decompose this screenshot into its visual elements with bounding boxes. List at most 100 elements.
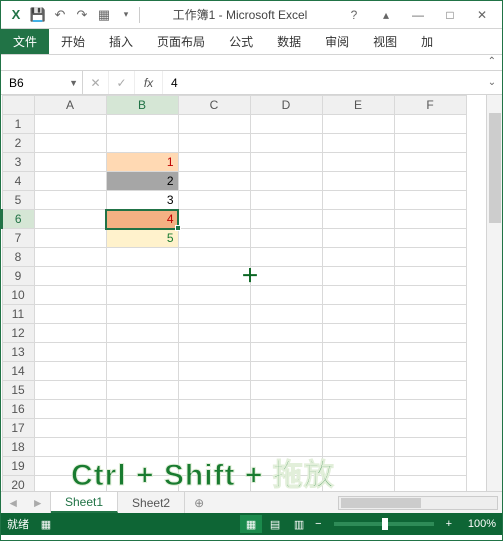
cell-F7[interactable] xyxy=(394,229,466,248)
row-header-12[interactable]: 12 xyxy=(2,324,34,343)
column-header-A[interactable]: A xyxy=(34,96,106,115)
column-header-C[interactable]: C xyxy=(178,96,250,115)
fill-handle[interactable] xyxy=(175,225,181,231)
row-header-8[interactable]: 8 xyxy=(2,248,34,267)
cell-B19[interactable] xyxy=(106,457,178,476)
row-header-20[interactable]: 20 xyxy=(2,476,34,492)
cell-B13[interactable] xyxy=(106,343,178,362)
row-header-9[interactable]: 9 xyxy=(2,267,34,286)
cell-B6[interactable]: 4 xyxy=(106,210,178,229)
cell-C5[interactable] xyxy=(178,191,250,210)
row-header-17[interactable]: 17 xyxy=(2,419,34,438)
save-icon[interactable]: 💾 xyxy=(27,4,49,26)
cell-F8[interactable] xyxy=(394,248,466,267)
cell-D20[interactable] xyxy=(250,476,322,492)
cell-B18[interactable] xyxy=(106,438,178,457)
cell-C8[interactable] xyxy=(178,248,250,267)
cell-D19[interactable] xyxy=(250,457,322,476)
tab-insert[interactable]: 插入 xyxy=(97,29,145,54)
row-header-19[interactable]: 19 xyxy=(2,457,34,476)
help-button[interactable]: ? xyxy=(338,4,370,26)
cell-C12[interactable] xyxy=(178,324,250,343)
cell-C20[interactable] xyxy=(178,476,250,492)
minimize-button[interactable]: — xyxy=(402,4,434,26)
cell-B4[interactable]: 2 xyxy=(106,172,178,191)
cell-D11[interactable] xyxy=(250,305,322,324)
cell-F15[interactable] xyxy=(394,381,466,400)
formula-cancel-button[interactable]: ✕ xyxy=(83,71,109,94)
cell-E7[interactable] xyxy=(322,229,394,248)
vertical-scrollbar[interactable] xyxy=(486,95,502,491)
column-header-E[interactable]: E xyxy=(322,96,394,115)
cell-D6[interactable] xyxy=(250,210,322,229)
cell-E18[interactable] xyxy=(322,438,394,457)
row-header-10[interactable]: 10 xyxy=(2,286,34,305)
sheet-tab-2[interactable]: Sheet2 xyxy=(118,492,185,513)
undo-icon[interactable]: ↶ xyxy=(49,4,71,26)
row-header-1[interactable]: 1 xyxy=(2,115,34,134)
cell-F11[interactable] xyxy=(394,305,466,324)
ribbon-display-options[interactable]: ▴ xyxy=(370,4,402,26)
cell-A9[interactable] xyxy=(34,267,106,286)
cell-E9[interactable] xyxy=(322,267,394,286)
cell-D15[interactable] xyxy=(250,381,322,400)
cell-B7[interactable]: 5 xyxy=(106,229,178,248)
cell-F4[interactable] xyxy=(394,172,466,191)
cell-F5[interactable] xyxy=(394,191,466,210)
cell-A14[interactable] xyxy=(34,362,106,381)
tab-data[interactable]: 数据 xyxy=(265,29,313,54)
cell-A19[interactable] xyxy=(34,457,106,476)
cell-B2[interactable] xyxy=(106,134,178,153)
cell-E3[interactable] xyxy=(322,153,394,172)
cell-E15[interactable] xyxy=(322,381,394,400)
cell-E11[interactable] xyxy=(322,305,394,324)
cell-E6[interactable] xyxy=(322,210,394,229)
name-box-dropdown-icon[interactable]: ▼ xyxy=(69,78,78,88)
cell-C13[interactable] xyxy=(178,343,250,362)
cell-C16[interactable] xyxy=(178,400,250,419)
cell-F2[interactable] xyxy=(394,134,466,153)
cell-C18[interactable] xyxy=(178,438,250,457)
cell-A2[interactable] xyxy=(34,134,106,153)
cell-C15[interactable] xyxy=(178,381,250,400)
cell-A4[interactable] xyxy=(34,172,106,191)
cell-E4[interactable] xyxy=(322,172,394,191)
cell-A5[interactable] xyxy=(34,191,106,210)
cell-F14[interactable] xyxy=(394,362,466,381)
formula-enter-button[interactable]: ✓ xyxy=(109,71,135,94)
close-button[interactable]: ✕ xyxy=(466,4,498,26)
cell-E5[interactable] xyxy=(322,191,394,210)
tab-view[interactable]: 视图 xyxy=(361,29,409,54)
cell-B10[interactable] xyxy=(106,286,178,305)
cell-D5[interactable] xyxy=(250,191,322,210)
cell-B9[interactable] xyxy=(106,267,178,286)
row-header-5[interactable]: 5 xyxy=(2,191,34,210)
quickaccess-more-icon[interactable]: ▦ xyxy=(93,4,115,26)
cell-E17[interactable] xyxy=(322,419,394,438)
cell-F1[interactable] xyxy=(394,115,466,134)
row-header-2[interactable]: 2 xyxy=(2,134,34,153)
row-header-7[interactable]: 7 xyxy=(2,229,34,248)
row-header-4[interactable]: 4 xyxy=(2,172,34,191)
select-all-corner[interactable] xyxy=(2,96,34,115)
cell-A6[interactable] xyxy=(34,210,106,229)
horizontal-scrollbar[interactable] xyxy=(338,496,498,510)
cell-D8[interactable] xyxy=(250,248,322,267)
cell-B17[interactable] xyxy=(106,419,178,438)
cell-E2[interactable] xyxy=(322,134,394,153)
cell-C2[interactable] xyxy=(178,134,250,153)
cell-F17[interactable] xyxy=(394,419,466,438)
worksheet-grid[interactable]: ABCDEF1231425364758910111213141516171819… xyxy=(1,95,502,491)
sheet-tab-1[interactable]: Sheet1 xyxy=(51,492,118,513)
zoom-in-button[interactable]: + xyxy=(442,518,456,530)
cell-F9[interactable] xyxy=(394,267,466,286)
cell-B20[interactable] xyxy=(106,476,178,492)
cell-F19[interactable] xyxy=(394,457,466,476)
cell-D3[interactable] xyxy=(250,153,322,172)
cell-D16[interactable] xyxy=(250,400,322,419)
sheet-nav-next-icon[interactable]: ► xyxy=(32,496,44,510)
row-header-16[interactable]: 16 xyxy=(2,400,34,419)
cell-C7[interactable] xyxy=(178,229,250,248)
qa-dropdown-icon[interactable]: ▾ xyxy=(115,4,137,26)
cell-F10[interactable] xyxy=(394,286,466,305)
